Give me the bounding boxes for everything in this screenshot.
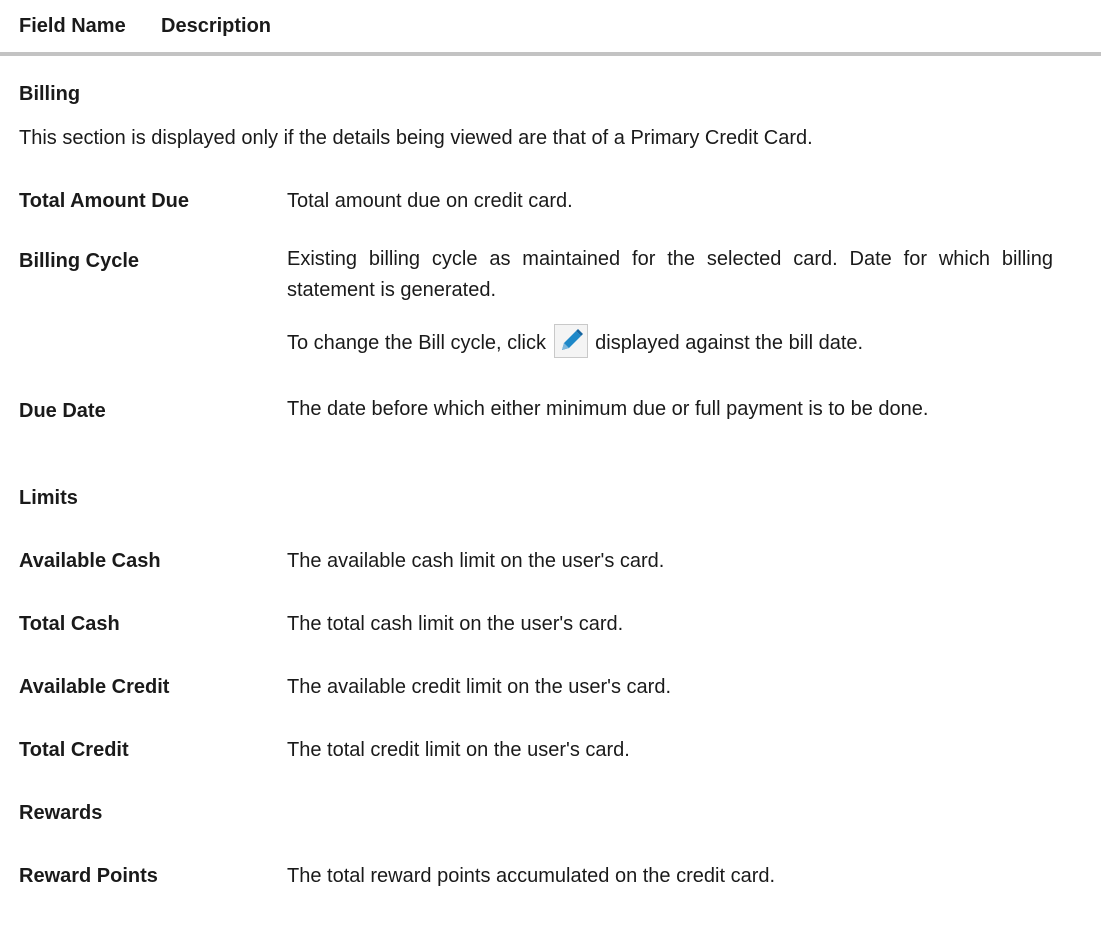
- pencil-edit-icon: [553, 324, 588, 358]
- field-name-total-credit: Total Credit: [19, 739, 129, 761]
- field-name-total-amount-due: Total Amount Due: [19, 190, 189, 212]
- field-desc-available-credit: The available credit limit on the user's…: [287, 676, 671, 698]
- field-desc-billing-cycle: Existing billing cycle as maintained for…: [287, 248, 1053, 301]
- field-desc-total-cash: The total cash limit on the user's card.: [287, 613, 624, 635]
- billing-section-note: This section is displayed only if the de…: [19, 127, 813, 149]
- field-desc-due-date: The date before which either minimum due…: [287, 398, 929, 420]
- field-name-due-date: Due Date: [19, 400, 106, 422]
- field-name-available-credit: Available Credit: [19, 676, 170, 698]
- column-header-field-name: Field Name: [19, 15, 126, 37]
- change-instruction-text-after: displayed against the bill date.: [595, 332, 864, 354]
- billing-cycle-change-instruction: To change the Bill cycle, click displaye…: [287, 324, 863, 358]
- field-desc-total-amount-due: Total amount due on credit card.: [287, 190, 573, 212]
- table-header: Field Name Description: [0, 0, 1101, 56]
- field-name-reward-points: Reward Points: [19, 865, 158, 887]
- section-title-limits: Limits: [19, 487, 78, 509]
- field-description-table: Field Name Description Billing This sect…: [0, 0, 1101, 949]
- field-name-total-cash: Total Cash: [19, 613, 120, 635]
- field-name-available-cash: Available Cash: [19, 550, 161, 572]
- change-instruction-text-before: To change the Bill cycle, click: [287, 332, 547, 354]
- field-desc-reward-points: The total reward points accumulated on t…: [287, 865, 776, 887]
- section-title-rewards: Rewards: [19, 802, 103, 824]
- section-title-billing: Billing: [19, 83, 81, 105]
- field-desc-available-cash: The available cash limit on the user's c…: [287, 550, 665, 572]
- field-name-billing-cycle: Billing Cycle: [19, 250, 140, 272]
- column-header-description: Description: [161, 15, 272, 37]
- field-desc-total-credit: The total credit limit on the user's car…: [287, 739, 630, 761]
